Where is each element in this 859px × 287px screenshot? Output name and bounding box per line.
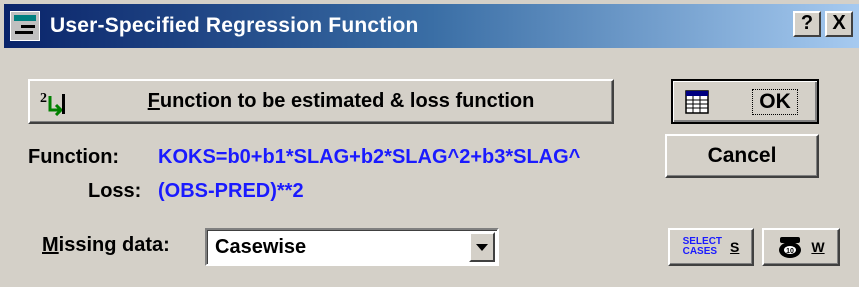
ok-button[interactable]: OK [671, 79, 819, 124]
select-cases-shortcut: S [730, 239, 740, 255]
weight-shortcut: W [811, 239, 825, 255]
function-label: Function: [28, 146, 120, 168]
chevron-down-icon[interactable] [469, 232, 495, 262]
svg-text:10: 10 [786, 248, 794, 255]
missing-data-value: Casewise [215, 236, 307, 258]
svg-text:2: 2 [40, 91, 47, 106]
title-bar[interactable]: User-Specified Regression Function ? X [4, 4, 859, 48]
weight-icon: 10 [779, 237, 802, 258]
window-title: User-Specified Regression Function [50, 14, 419, 37]
loss-label: Loss: [88, 180, 142, 202]
missing-data-select[interactable]: Casewise [205, 228, 499, 266]
select-cases-icon: SELECT CASES [682, 236, 723, 257]
close-button[interactable]: X [825, 11, 853, 37]
weight-button[interactable]: 10 W [762, 228, 840, 266]
regression-dialog: User-Specified Regression Function ? X 2… [0, 0, 859, 287]
help-button[interactable]: ? [793, 11, 821, 37]
spreadsheet-icon [685, 90, 709, 114]
select-cases-button[interactable]: SELECT CASES S [668, 228, 754, 266]
app-icon [10, 11, 40, 41]
loss-value: (OBS-PRED)**2 [158, 180, 304, 202]
missing-data-label: Missing data: [42, 234, 170, 256]
function-button[interactable]: 2 Function to be estimated & loss functi… [28, 79, 614, 124]
function-icon: 2 [40, 91, 65, 116]
function-button-label: Function to be estimated & loss function [147, 90, 535, 112]
ok-button-label: OK [752, 88, 798, 115]
cancel-button[interactable]: Cancel [665, 134, 819, 178]
function-value: KOKS=b0+b1*SLAG+b2*SLAG^2+b3*SLAG^ [158, 146, 581, 168]
